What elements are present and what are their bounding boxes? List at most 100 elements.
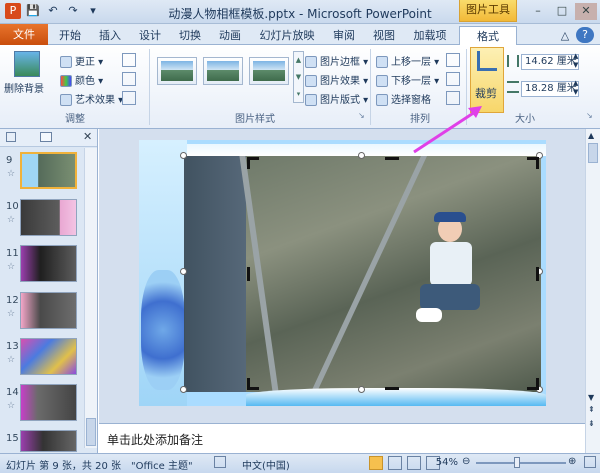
resize-handle[interactable] [180,152,187,159]
close-button[interactable]: ✕ [575,3,597,20]
prev-slide-icon[interactable]: ⇞ [588,405,595,414]
undo-icon[interactable]: ↶ [45,3,61,19]
height-spinner[interactable]: ▲ ▼ [573,52,578,70]
slide-thumb-13[interactable] [20,338,77,375]
picture-layout-button[interactable]: 图片版式 ▾ [305,91,368,106]
compress-icon[interactable] [122,53,136,67]
slide-thumb-12[interactable] [20,292,77,329]
remove-background-button[interactable]: 删除背景 [4,80,44,95]
crop-handle[interactable] [385,157,399,160]
slide-thumb-11[interactable] [20,245,77,282]
resize-handle[interactable] [358,152,365,159]
thumb-number: 10 [6,201,19,212]
crop-handle[interactable] [536,267,539,281]
animation-star-icon: ☆ [7,169,16,179]
slide-thumb-10[interactable] [20,199,77,236]
picture-style-3[interactable] [249,57,289,85]
slide-thumb-14[interactable] [20,384,77,421]
slide-thumb-15[interactable] [20,430,77,452]
minimize-button[interactable]: – [527,3,549,20]
align-icon[interactable] [446,53,460,67]
current-slide[interactable] [139,140,546,406]
main-scrollbar[interactable]: ▲ ▼ ⇞ ⇟ [585,129,600,453]
tab-insert[interactable]: 插入 [92,26,128,45]
app-icon[interactable]: P [5,3,21,19]
bring-forward-button[interactable]: 上移一层 ▾ [376,53,439,68]
tab-transitions[interactable]: 切换 [172,26,208,45]
language[interactable]: 中文(中国) [242,457,290,472]
zoom-level[interactable]: 54% [434,457,458,468]
tab-home[interactable]: 开始 [52,26,88,45]
resize-handle[interactable] [180,268,187,275]
slides-pane: ✕ 9 ☆ 10 ☆ 11 ☆ 12 ☆ 13 ☆ 14 ☆ 15 [0,129,98,453]
color-button[interactable]: 颜色 ▾ [60,72,103,87]
picture-effects-button[interactable]: 图片效果 ▾ [305,72,368,87]
close-pane-icon[interactable]: ✕ [83,130,92,143]
save-icon[interactable]: 💾 [25,3,41,19]
tab-addins[interactable]: 加载项 [406,26,454,45]
next-slide-icon[interactable]: ⇟ [588,419,595,428]
picture-style-1[interactable] [157,57,197,85]
tab-file[interactable]: 文件 [0,24,48,45]
reset-picture-icon[interactable] [122,91,136,105]
tab-view[interactable]: 视图 [366,26,402,45]
dialog-launcher-icon[interactable]: ↘ [358,111,365,120]
ribbon-minimize-icon[interactable]: △ [557,26,573,45]
width-input[interactable]: 18.28 厘米 [521,81,579,97]
zoom-in-icon[interactable]: ⊕ [568,456,576,467]
width-spinner[interactable]: ▲ ▼ [573,79,578,97]
crop-handle[interactable] [247,378,259,390]
crop-handle[interactable] [247,157,259,169]
picture-border-button[interactable]: 图片边框 ▾ [305,53,368,68]
crop-handle[interactable] [527,378,539,390]
zoom-slider[interactable] [476,462,566,464]
spelling-icon[interactable] [214,456,226,468]
scroll-thumb[interactable] [86,418,96,446]
theme-name[interactable]: "Office 主题" [131,457,193,472]
size-dialog-launcher-icon[interactable]: ↘ [586,111,593,120]
tab-animations[interactable]: 动画 [212,26,248,45]
qat-dropdown-icon[interactable]: ▾ [85,3,101,19]
crop-handle[interactable] [527,157,539,169]
corrections-button[interactable]: 更正 ▾ [60,53,103,68]
group-label-adjust: 调整 [65,114,85,125]
slide-sorter-icon[interactable] [388,456,402,470]
resize-handle[interactable] [358,386,365,393]
outline-tab-icon[interactable] [40,132,52,142]
rail-right [310,156,428,392]
redo-icon[interactable]: ↷ [65,3,81,19]
group-icon[interactable] [446,72,460,86]
zoom-slider-thumb[interactable] [514,457,520,468]
status-bar: 幻灯片 第 9 张，共 20 张 "Office 主题" 中文(中国) 54% … [0,453,600,473]
resize-handle[interactable] [180,386,187,393]
remove-background-icon[interactable] [14,51,40,77]
normal-view-icon[interactable] [369,456,383,470]
notes-pane[interactable]: 单击此处添加备注 [99,423,585,453]
style-gallery-scroll[interactable]: ▲ ▼ ▾ [293,51,304,103]
height-input[interactable]: 14.62 厘米 [521,54,579,70]
tab-design[interactable]: 设计 [132,26,168,45]
child-shoe [416,308,442,322]
crop-handle[interactable] [247,267,250,281]
fit-to-window-icon[interactable] [584,456,596,468]
picture-style-2[interactable] [203,57,243,85]
zoom-out-icon[interactable]: ⊖ [462,456,470,467]
slide-thumb-9[interactable] [20,152,77,189]
send-backward-button[interactable]: 下移一层 ▾ [376,72,439,87]
tab-format[interactable]: 格式 [459,26,517,45]
tab-slideshow[interactable]: 幻灯片放映 [252,26,322,45]
maximize-button[interactable]: □ [551,3,573,20]
railway-photo[interactable] [239,156,541,392]
slides-tab-icon[interactable] [6,132,16,142]
artistic-effects-button[interactable]: 艺术效果 ▾ [60,91,123,106]
change-picture-icon[interactable] [122,72,136,86]
scroll-up-icon[interactable]: ▲ [588,131,594,140]
scroll-thumb[interactable] [588,143,598,163]
reading-view-icon[interactable] [407,456,421,470]
tab-review[interactable]: 审阅 [326,26,362,45]
help-icon[interactable]: ? [576,27,594,43]
crop-handle[interactable] [385,387,399,390]
thumb-number: 15 [6,433,19,444]
slides-pane-scrollbar[interactable] [84,148,97,448]
scroll-down-icon[interactable]: ▼ [588,393,594,402]
